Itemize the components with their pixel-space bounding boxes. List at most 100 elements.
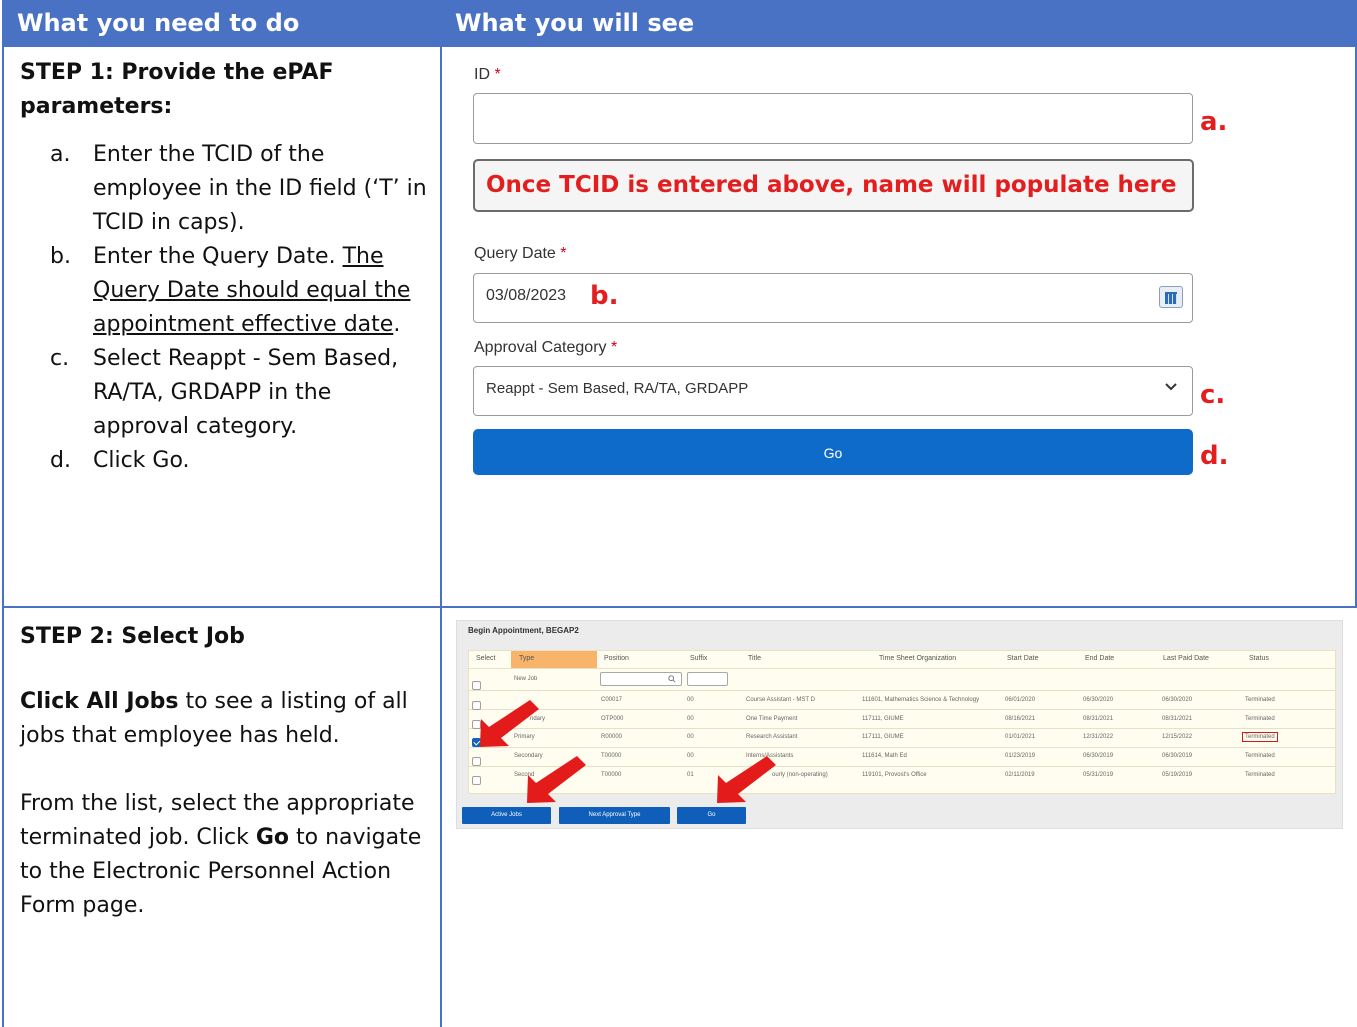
approval-category-value: Reappt - Sem Based, RA/TA, GRDAPP [486,380,749,397]
step1-instructions: STEP 1: Provide the ePAF parameters: a. E… [20,56,430,478]
step1-item-a: a. Enter the TCID of the employee in the … [50,142,427,235]
job-start: 02/11/2019 [1005,772,1035,778]
job-suffix: 00 [687,697,694,703]
job-suffix: 00 [687,716,694,722]
active-jobs-button[interactable]: Active Jobs [462,807,551,824]
row-divider [469,728,1335,729]
job-end: 12/31/2022 [1083,734,1114,740]
query-date-label: Query Date * [474,245,567,262]
job-title: One Time Payment [746,716,798,722]
job-suffix: 00 [687,753,694,759]
terminated-highlight [1242,732,1278,742]
step1-list: a. Enter the TCID of the employee in the … [20,138,430,478]
col-end-date: End Date [1085,655,1115,662]
annotation-d: d. [1200,441,1229,471]
job-screen-title: Begin Appointment, BEGAP2 [468,626,579,635]
job-row-checkbox-selected[interactable] [472,738,481,747]
col-suffix: Suffix [690,655,708,662]
table-row-divider [2,606,1357,608]
job-type: Second [514,772,535,778]
job-type: ndary [530,716,546,722]
row-divider [469,709,1335,710]
job-title: Research Assistant [746,734,798,740]
job-start: 01/23/2019 [1005,753,1036,759]
job-row-checkbox[interactable] [472,776,481,785]
step2-paragraph-1: Click All Jobs to see a listing of all j… [20,689,408,748]
job-last-paid: 05/19/2019 [1162,772,1193,778]
job-type: Secondary [514,753,543,759]
table-border-middle [440,0,442,1027]
job-type: Primary [514,734,535,740]
job-last-paid: 12/15/2022 [1162,734,1193,740]
col-last-paid: Last Paid Date [1163,655,1209,662]
job-start: 01/01/2021 [1005,734,1036,740]
step2-paragraph-2: From the list, select the appropriate te… [20,791,422,918]
next-approval-type-button[interactable]: Next Approval Type [559,807,670,824]
row-divider [469,747,1335,748]
approval-category-label: Approval Category * [474,339,618,356]
job-org: 117111, GIUME [862,716,904,722]
col-start-date: Start Date [1007,655,1039,662]
job-end: 06/30/2020 [1083,697,1114,703]
go-button[interactable]: Go [473,429,1193,475]
job-org: 119101, Provost's Office [862,772,927,778]
query-date-value: 03/08/2023 [486,287,567,304]
row-divider [469,690,1335,691]
job-org: 111601, Mathematics Science & Technology [862,697,980,703]
table-border-left [2,0,4,1027]
job-status: Terminated [1245,753,1275,759]
row-divider [469,766,1335,767]
id-field[interactable] [473,93,1193,144]
step2-title: STEP 2: Select Job [20,624,245,649]
job-last-paid: 08/31/2021 [1162,716,1193,722]
step2-instructions: STEP 2: Select Job Click All Jobs to see… [20,620,430,923]
job-row-checkbox[interactable] [472,720,481,729]
job-start: 06/01/2020 [1005,697,1036,703]
id-label: ID * [474,66,501,83]
col-position: Position [604,655,629,662]
job-position: T00000 [601,753,622,759]
new-job-checkbox[interactable] [472,681,481,690]
calendar-icon[interactable] [1159,286,1183,308]
job-position: OTP000 [601,716,624,722]
suffix-input[interactable] [687,672,728,686]
job-position: T00000 [601,772,622,778]
job-status: Terminated [1245,772,1275,778]
step1-item-d: d. Click Go. [50,448,190,473]
search-icon [668,675,676,683]
query-date-field[interactable] [473,273,1193,323]
annotation-c: c. [1200,380,1226,410]
job-status: Terminated [1245,716,1275,722]
col-type: Type [519,655,535,662]
col-title: Title [748,655,761,662]
job-title: ourly (non-operating) [772,772,828,778]
col-select: Select [476,655,496,662]
job-end: 06/30/2019 [1083,753,1114,759]
job-suffix: 01 [687,772,694,778]
job-suffix: 00 [687,734,694,740]
header-left: What you need to do [4,0,441,47]
job-position: R00000 [601,734,623,740]
job-org: 111614, Math Ed [862,753,907,759]
annotation-a: a. [1200,107,1228,137]
header-right: What you will see [442,0,1357,47]
job-status: Terminated [1245,697,1275,703]
chevron-down-icon[interactable] [1162,378,1180,396]
job-start: 08/16/2021 [1005,716,1036,722]
job-title: Interns/Assistants [746,753,794,759]
job-end: 05/31/2019 [1083,772,1114,778]
annotation-b: b. [590,281,619,311]
new-job-label: New Job [514,676,538,682]
step1-item-c: c. Select Reappt - Sem Based, RA/TA, GRDA… [50,346,399,439]
employee-name-display: Once TCID is entered above, name will po… [473,159,1194,212]
col-org: Time Sheet Organization [879,655,957,662]
row-divider [469,668,1335,669]
job-row-checkbox[interactable] [472,701,481,710]
job-last-paid: 06/30/2019 [1162,753,1193,759]
job-row-checkbox[interactable] [472,757,481,766]
job-position: C00017 [601,697,623,703]
step1-title: STEP 1: Provide the ePAF parameters: [20,60,334,119]
step1-item-b: b. Enter the Query Date. The Query Date s… [50,244,411,337]
job-go-button[interactable]: Go [677,807,746,824]
job-end: 08/31/2021 [1083,716,1114,722]
